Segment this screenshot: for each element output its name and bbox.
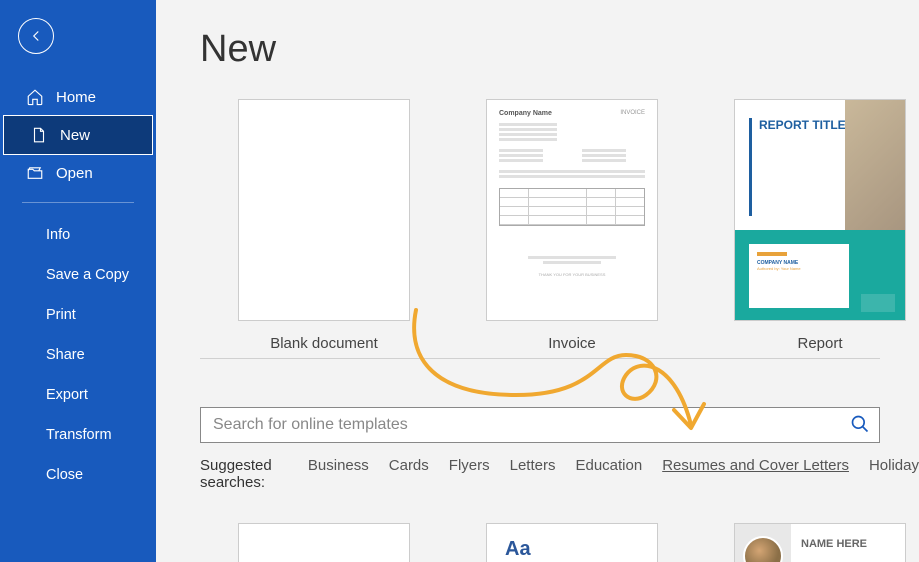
suggested-link-business[interactable]: Business [308, 457, 369, 474]
template-thumb [238, 99, 410, 321]
template-label: Blank document [270, 335, 378, 352]
resume-name-text: NAME HERE [801, 538, 867, 551]
sidebar-item-label: New [60, 127, 90, 144]
suggested-link-flyers[interactable]: Flyers [449, 457, 490, 474]
search-row [200, 407, 880, 443]
search-input[interactable] [200, 407, 880, 443]
search-button[interactable] [850, 414, 870, 439]
home-icon [26, 88, 44, 106]
folder-icon [26, 164, 44, 182]
template-resume-card[interactable]: NAME HERE [734, 523, 906, 562]
suggested-link-holiday[interactable]: Holiday [869, 457, 919, 474]
suggested-label: Suggested searches: [200, 457, 288, 491]
sidebar-item-label: Open [56, 165, 93, 182]
template-aa-text: Aa [505, 538, 531, 561]
sidebar-divider [22, 202, 134, 203]
suggested-link-cards[interactable]: Cards [389, 457, 429, 474]
search-icon [850, 414, 870, 434]
template-label: Invoice [548, 335, 596, 352]
bottom-templates-row: Aa NAME HERE [200, 523, 919, 562]
sidebar-item-export[interactable]: Export [0, 375, 156, 415]
suggested-link-resumes[interactable]: Resumes and Cover Letters [662, 457, 849, 474]
suggested-link-letters[interactable]: Letters [510, 457, 556, 474]
sidebar-item-new[interactable]: New [4, 116, 152, 154]
sidebar-item-save-copy[interactable]: Save a Copy [0, 255, 156, 295]
arrow-left-icon [27, 27, 45, 45]
sidebar-item-close[interactable]: Close [0, 455, 156, 495]
sidebar-item-home[interactable]: Home [0, 78, 156, 116]
templates-row: Blank document Company Name INVOICE [200, 99, 919, 352]
back-button[interactable] [18, 18, 54, 54]
backstage-sidebar: Home New Open Info Save a Copy Print Sha… [0, 0, 156, 562]
template-thumb: REPORT TITLE 20xx COMPANY NAME Authored … [734, 99, 906, 321]
sidebar-item-share[interactable]: Share [0, 335, 156, 375]
section-divider [200, 358, 880, 359]
template-blank-document[interactable]: Blank document [238, 99, 410, 352]
template-card[interactable] [238, 523, 410, 562]
main-content: New Blank document Company Name INVOICE [156, 0, 919, 562]
sidebar-item-open[interactable]: Open [0, 154, 156, 192]
sidebar-item-print[interactable]: Print [0, 295, 156, 335]
sidebar-item-transform[interactable]: Transform [0, 415, 156, 455]
suggested-searches: Suggested searches: Business Cards Flyer… [200, 457, 919, 491]
sidebar-item-info[interactable]: Info [0, 215, 156, 255]
template-report[interactable]: REPORT TITLE 20xx COMPANY NAME Authored … [734, 99, 906, 352]
template-card[interactable]: Aa [486, 523, 658, 562]
template-label: Report [797, 335, 842, 352]
template-thumb: Company Name INVOICE [486, 99, 658, 321]
document-icon [30, 126, 48, 144]
sidebar-item-label: Home [56, 89, 96, 106]
template-invoice[interactable]: Company Name INVOICE [486, 99, 658, 352]
avatar [743, 536, 783, 562]
page-title: New [200, 28, 919, 71]
suggested-link-education[interactable]: Education [575, 457, 642, 474]
